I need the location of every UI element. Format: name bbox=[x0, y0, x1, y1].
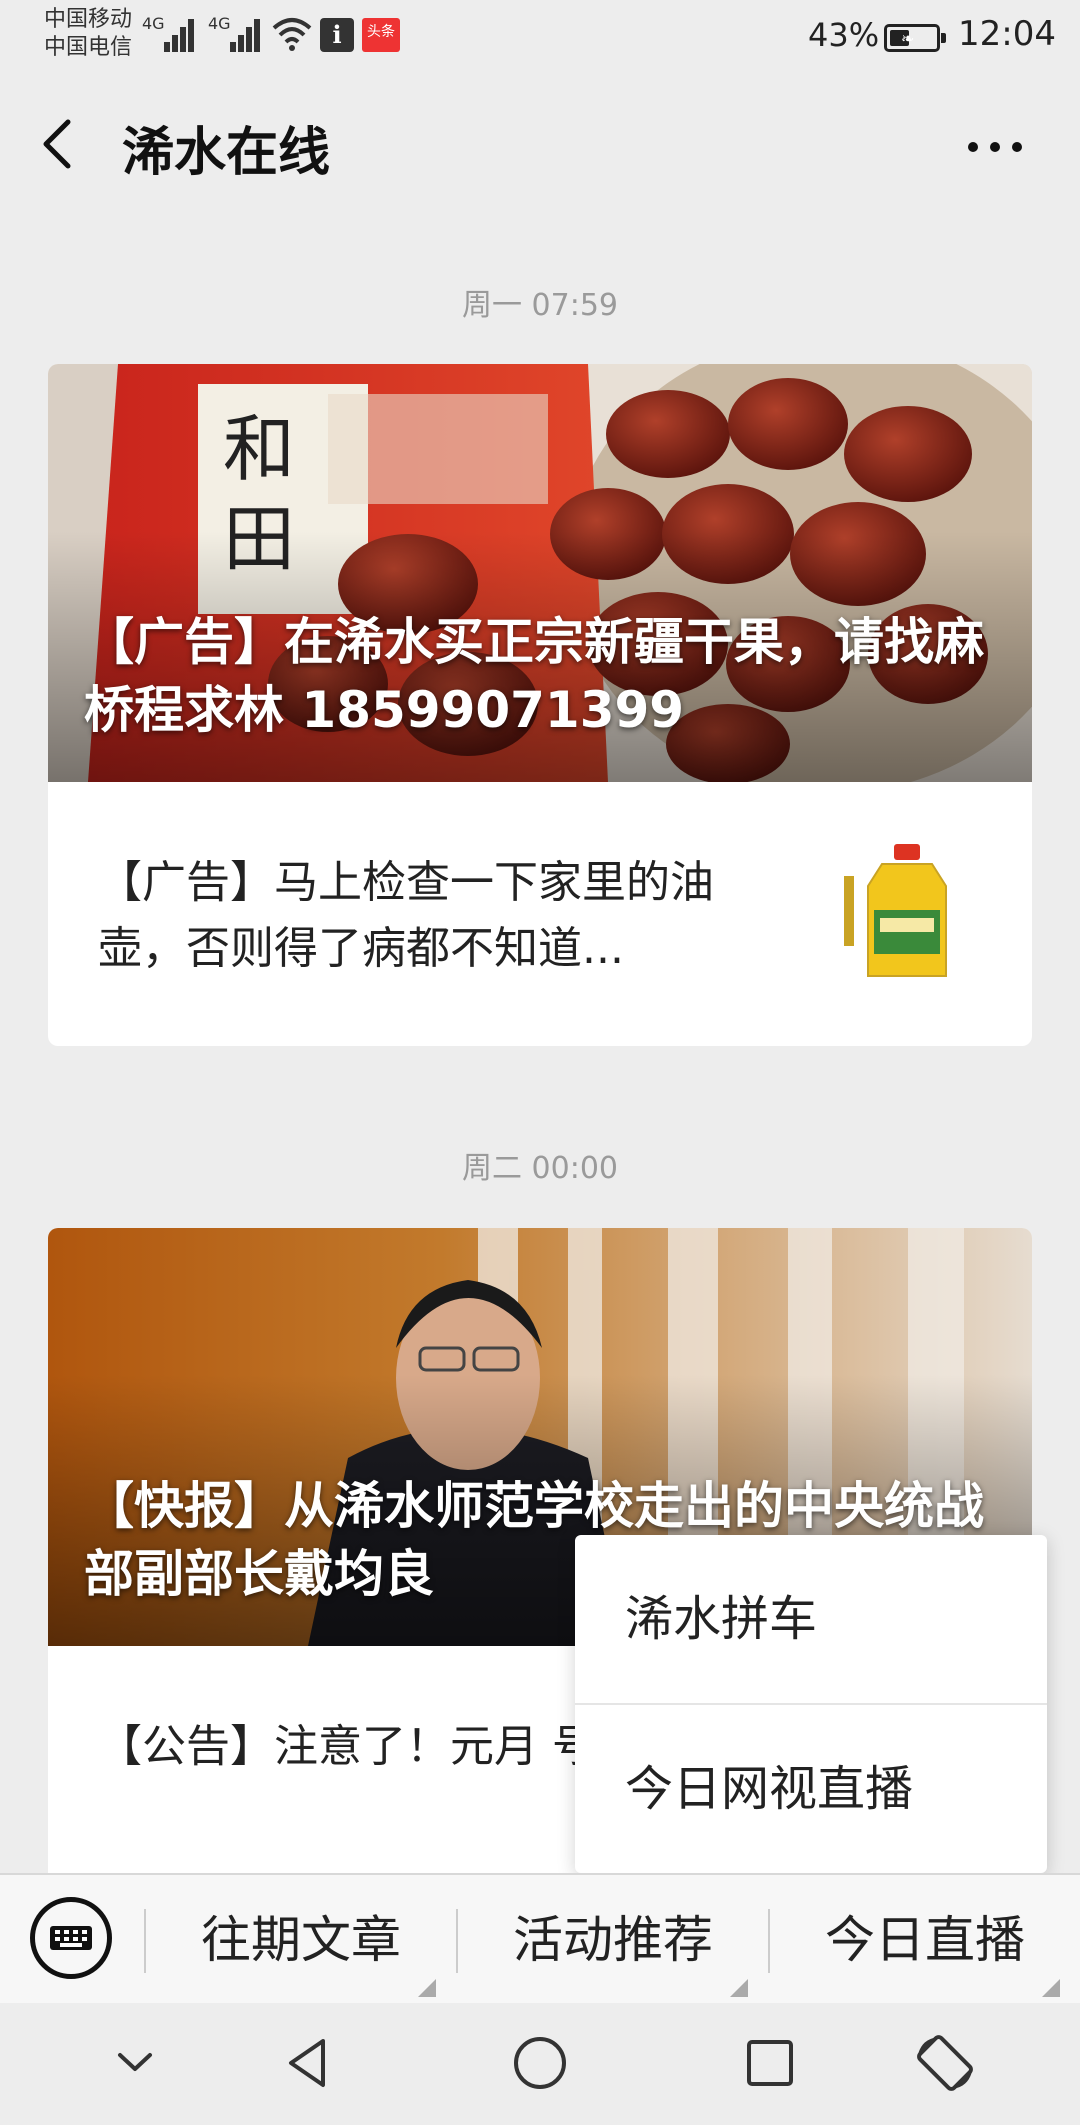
back-button[interactable] bbox=[34, 116, 84, 172]
home-circle-icon[interactable] bbox=[505, 2033, 575, 2093]
back-triangle-icon[interactable] bbox=[275, 2033, 345, 2093]
top-nav-bar: 浠水在线 bbox=[0, 76, 1080, 212]
submenu-corner-icon bbox=[1042, 1979, 1060, 1997]
oil-bottle-thumbnail bbox=[838, 836, 988, 986]
submenu-corner-icon bbox=[730, 1979, 748, 1997]
more-options-button[interactable] bbox=[960, 120, 1030, 170]
menu-item-label: 往期文章 bbox=[201, 1911, 401, 1969]
keyboard-icon bbox=[50, 1926, 92, 1950]
info-icon: i bbox=[320, 18, 354, 52]
submenu-corner-icon bbox=[418, 1979, 436, 1997]
battery-icon: ❧ bbox=[884, 24, 946, 52]
battery-percent: 43% bbox=[808, 16, 880, 54]
recents-square-icon[interactable] bbox=[735, 2033, 805, 2093]
carrier-2: 中国电信 bbox=[44, 35, 133, 60]
menu-item-today-live[interactable]: 今日直播 bbox=[770, 1875, 1080, 2005]
dot bbox=[990, 142, 1000, 152]
page-title: 浠水在线 bbox=[122, 123, 331, 183]
article-list-title: 【广告】马上检查一下家里的油壶，否则得了病都不知道... bbox=[98, 857, 714, 974]
menu-item-activities[interactable]: 活动推荐 bbox=[458, 1875, 768, 2005]
battery-saver-leaf-icon: ❧ bbox=[901, 29, 915, 48]
network-type-1: 4G bbox=[142, 14, 165, 33]
article-card: 和 田 【广告】在浠水买正宗新疆干果，请找麻桥程求林 18599071399 bbox=[48, 364, 1032, 1046]
menu-item-past-articles[interactable]: 往期文章 bbox=[146, 1875, 456, 2005]
network-type-2: 4G bbox=[208, 14, 231, 33]
signal-icon bbox=[230, 18, 262, 52]
collapse-icon[interactable] bbox=[100, 2033, 170, 2093]
dot bbox=[968, 142, 978, 152]
keyboard-toggle-button[interactable] bbox=[30, 1897, 112, 1979]
wifi-icon bbox=[272, 18, 312, 51]
system-nav-bar bbox=[0, 2003, 1080, 2125]
submenu-item-live-broadcast[interactable]: 今日网视直播 bbox=[575, 1703, 1047, 1871]
article-hero[interactable]: 和 田 【广告】在浠水买正宗新疆干果，请找麻桥程求林 18599071399 bbox=[48, 364, 1032, 782]
message-timestamp: 周二 00:00 bbox=[462, 1151, 618, 1186]
article-list-item[interactable]: 【广告】马上检查一下家里的油壶，否则得了病都不知道... bbox=[48, 782, 1032, 1046]
account-menu-bar: 往期文章 活动推荐 今日直播 bbox=[0, 1873, 1080, 2003]
toutiao-icon: 头条 bbox=[362, 18, 400, 52]
dot bbox=[1012, 142, 1022, 152]
carrier-labels: 中国移动 中国电信 bbox=[44, 6, 132, 62]
submenu-item-carpool[interactable]: 浠水拼车 bbox=[575, 1535, 1047, 1703]
menu-item-label: 今日直播 bbox=[825, 1911, 1025, 1969]
article-hero-title: 【广告】在浠水买正宗新疆干果，请找麻桥程求林 18599071399 bbox=[84, 613, 984, 739]
signal-icon bbox=[164, 18, 196, 52]
menu-item-label: 活动推荐 bbox=[513, 1911, 713, 1969]
submenu-popup: 浠水拼车 今日网视直播 bbox=[575, 1535, 1047, 1873]
carrier-1: 中国移动 bbox=[44, 7, 133, 32]
rotate-icon[interactable] bbox=[910, 2033, 980, 2093]
message-timestamp: 周一 07:59 bbox=[462, 288, 618, 323]
clock: 12:04 bbox=[958, 14, 1056, 54]
status-bar: 中国移动 中国电信 4G 4G i 头条 43% ❧ 12:04 bbox=[0, 0, 1080, 76]
